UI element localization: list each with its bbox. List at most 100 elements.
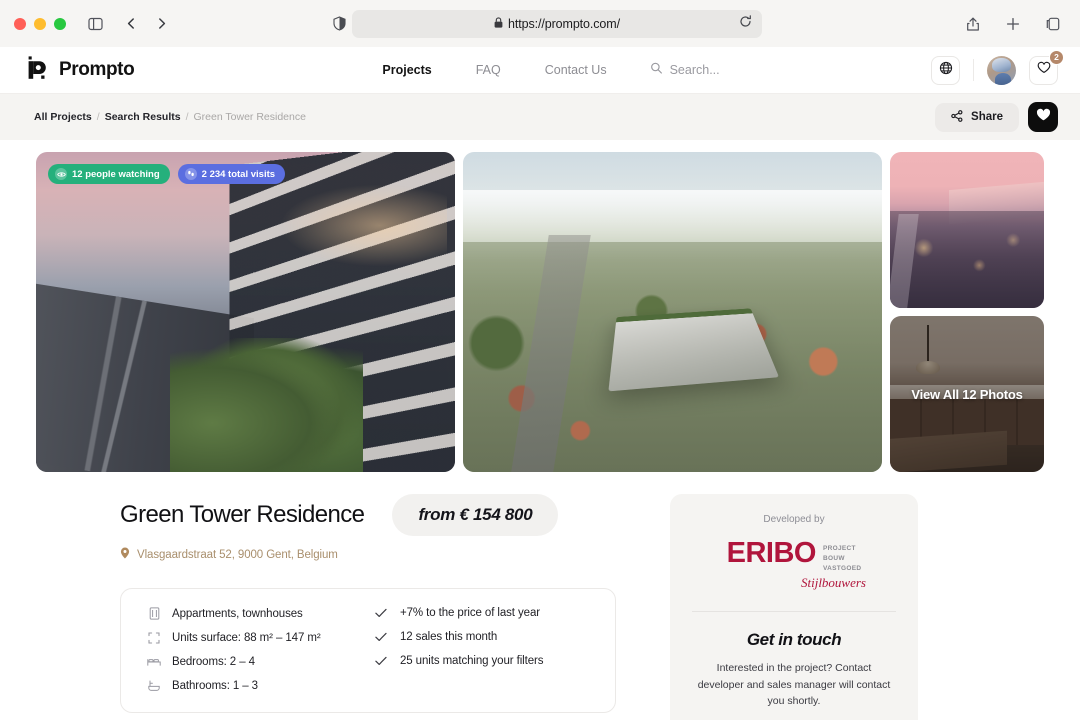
logo-line-bouw: BOUW bbox=[822, 554, 845, 562]
page-viewport: Prompto Projects FAQ Contact Us Search..… bbox=[0, 47, 1080, 720]
check-icon bbox=[375, 608, 389, 618]
nav-item-projects[interactable]: Projects bbox=[360, 63, 453, 77]
spec-row-price-trend: +7% to the price of last year bbox=[375, 607, 589, 619]
get-in-touch-description: Interested in the project? Contact devel… bbox=[697, 662, 891, 707]
url-text: https://prompto.com/ bbox=[508, 16, 620, 31]
project-address-row: Vlasgaardstraat 52, 9000 Gent, Belgium bbox=[36, 546, 648, 564]
spec-price-trend-text: +7% to the price of last year bbox=[400, 607, 540, 619]
breadcrumb-item-current: Green Tower Residence bbox=[193, 111, 306, 123]
gallery-view-all-tile[interactable]: View All 12 Photos bbox=[890, 316, 1044, 472]
logo-line-project: PROJECT bbox=[822, 545, 856, 552]
spec-bedrooms-text: Bedrooms: 2 – 4 bbox=[172, 656, 255, 668]
site-header: Prompto Projects FAQ Contact Us Search..… bbox=[0, 47, 1080, 94]
close-window-button[interactable] bbox=[14, 17, 26, 30]
reload-icon[interactable] bbox=[739, 14, 752, 33]
spec-row-bathrooms: Bathrooms: 1 – 3 bbox=[147, 680, 361, 692]
url-bar[interactable]: https://prompto.com/ bbox=[352, 9, 762, 38]
page-title: Green Tower Residence bbox=[120, 500, 365, 528]
breadcrumb-separator: / bbox=[185, 111, 189, 123]
window-traffic-lights[interactable] bbox=[14, 17, 66, 30]
eye-icon bbox=[55, 168, 67, 180]
browser-window: https://prompto.com/ Prompto Projects FA… bbox=[0, 0, 1080, 720]
nav-item-contact-us[interactable]: Contact Us bbox=[523, 63, 629, 77]
shield-icon[interactable] bbox=[326, 11, 352, 37]
check-icon bbox=[375, 656, 389, 666]
developer-logo-word: ERIBO bbox=[726, 537, 817, 569]
building-icon bbox=[147, 607, 161, 620]
maximize-window-button[interactable] bbox=[54, 17, 66, 30]
spec-row-surface: Units surface: 88 m² – 147 m² bbox=[147, 632, 361, 644]
developer-card: Developed by ERIBO PROJECT BOUW VASTGOED… bbox=[670, 494, 918, 720]
photo-gallery: 12 people watching 2 234 total visits Vi… bbox=[0, 140, 1080, 472]
search-input[interactable]: Search... bbox=[629, 61, 720, 79]
gallery-thumbnail-column: View All 12 Photos bbox=[890, 152, 1044, 472]
bath-icon bbox=[147, 680, 161, 692]
gallery-stat-badges: 12 people watching 2 234 total visits bbox=[48, 164, 286, 184]
spec-row-matching-units: 25 units matching your filters bbox=[375, 655, 589, 667]
search-icon bbox=[651, 61, 663, 79]
plus-icon[interactable] bbox=[1000, 11, 1026, 37]
gallery-photo-primary[interactable]: 12 people watching 2 234 total visits bbox=[36, 152, 455, 472]
tabs-icon[interactable] bbox=[1040, 11, 1066, 37]
developer-logo-subtitle: PROJECT BOUW VASTGOED bbox=[823, 541, 861, 573]
main-navigation: Projects FAQ Contact Us Search... bbox=[360, 61, 720, 79]
header-divider bbox=[973, 59, 974, 81]
project-main-column: Green Tower Residence from € 154 800 Vla… bbox=[36, 494, 648, 720]
spec-row-sales: 12 sales this month bbox=[375, 631, 589, 643]
area-icon bbox=[147, 632, 161, 644]
photo-exterior-dusk bbox=[36, 152, 455, 472]
photo-aerial-town bbox=[463, 152, 882, 472]
brand-logo[interactable]: Prompto bbox=[24, 55, 135, 86]
share-button-label: Share bbox=[971, 111, 1003, 123]
globe-icon bbox=[939, 61, 953, 80]
gallery-photo-sunset[interactable] bbox=[890, 152, 1044, 308]
logo-line-vastgoed: VASTGOED bbox=[822, 564, 862, 572]
page-actions: Share bbox=[935, 102, 1058, 132]
share-icon[interactable] bbox=[960, 11, 986, 37]
card-divider bbox=[692, 611, 896, 613]
view-all-photos-button[interactable]: View All 12 Photos bbox=[890, 316, 1044, 472]
header-actions: 2 bbox=[931, 49, 1064, 85]
footprints-icon bbox=[184, 168, 197, 180]
favorites-button[interactable]: 2 bbox=[1029, 49, 1064, 85]
specs-column-left: Appartments, townhouses Units surface: 8… bbox=[147, 607, 361, 692]
sidebar-icon[interactable] bbox=[82, 11, 108, 37]
check-icon bbox=[375, 632, 389, 642]
spec-row-type: Appartments, townhouses bbox=[147, 607, 361, 620]
avatar[interactable] bbox=[987, 55, 1016, 85]
spec-row-bedrooms: Bedrooms: 2 – 4 bbox=[147, 656, 361, 668]
project-title-row: Green Tower Residence from € 154 800 bbox=[36, 494, 648, 536]
breadcrumb-bar: All Projects / Search Results / Green To… bbox=[0, 94, 1080, 140]
project-specs-card: Appartments, townhouses Units surface: 8… bbox=[120, 588, 616, 713]
spec-type-text: Appartments, townhouses bbox=[172, 607, 303, 620]
project-address: Vlasgaardstraat 52, 9000 Gent, Belgium bbox=[137, 549, 338, 561]
developer-logo-tagline: Stijlbouwers bbox=[800, 575, 866, 591]
gallery-photo-aerial[interactable] bbox=[463, 152, 882, 472]
specs-column-right: +7% to the price of last year 12 sales t… bbox=[361, 607, 589, 692]
brand-name: Prompto bbox=[59, 59, 135, 80]
bed-icon bbox=[147, 657, 161, 667]
language-selector-button[interactable] bbox=[931, 55, 960, 85]
navigation-arrows[interactable] bbox=[118, 11, 174, 37]
location-pin-icon bbox=[120, 546, 130, 564]
browser-toolbar: https://prompto.com/ bbox=[0, 0, 1080, 47]
nav-item-faq[interactable]: FAQ bbox=[454, 63, 523, 77]
lock-icon bbox=[494, 15, 503, 33]
share-button[interactable]: Share bbox=[935, 102, 1019, 132]
people-watching-label: 12 people watching bbox=[72, 168, 160, 180]
breadcrumb: All Projects / Search Results / Green To… bbox=[34, 111, 306, 123]
minimize-window-button[interactable] bbox=[34, 17, 46, 30]
breadcrumb-item-search-results[interactable]: Search Results bbox=[105, 111, 181, 123]
people-watching-badge: 12 people watching bbox=[48, 164, 170, 184]
breadcrumb-item-all-projects[interactable]: All Projects bbox=[34, 111, 92, 123]
forward-arrow-icon[interactable] bbox=[148, 11, 174, 37]
back-arrow-icon[interactable] bbox=[118, 11, 144, 37]
price-badge: from € 154 800 bbox=[392, 494, 559, 536]
prompto-mark-icon bbox=[24, 55, 50, 86]
developer-logo: ERIBO PROJECT BOUW VASTGOED bbox=[726, 537, 862, 573]
heart-outline-icon bbox=[1037, 61, 1051, 79]
get-in-touch-title: Get in touch bbox=[746, 630, 842, 650]
breadcrumb-separator: / bbox=[96, 111, 100, 123]
favorite-project-button[interactable] bbox=[1028, 102, 1058, 132]
browser-actions[interactable] bbox=[960, 11, 1066, 37]
